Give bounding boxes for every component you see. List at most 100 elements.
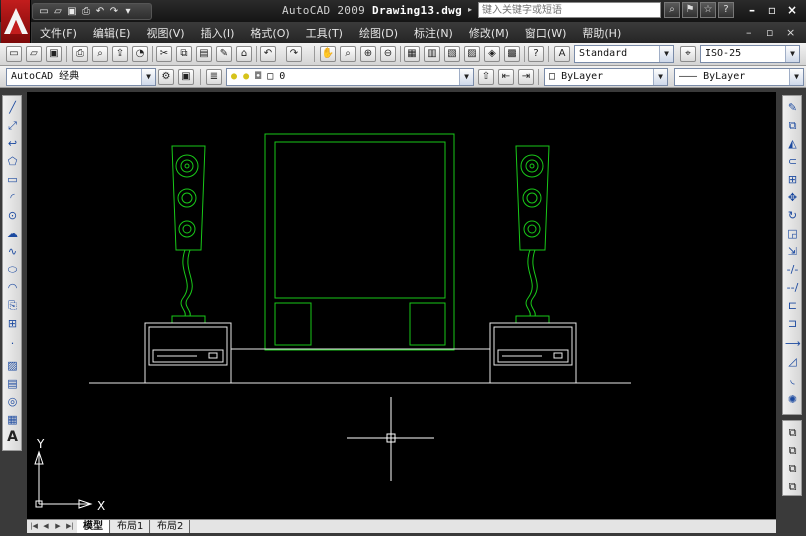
chevron-down-icon[interactable]: ▼ — [459, 69, 473, 85]
menu-help[interactable]: 帮助(H) — [574, 25, 629, 41]
trim-icon[interactable]: -/- — [785, 262, 800, 277]
polygon-icon[interactable]: ⬠ — [5, 154, 20, 169]
stretch-icon[interactable]: ⇲ — [785, 244, 800, 259]
arc-icon[interactable]: ◜ — [5, 190, 20, 205]
text-style-select[interactable]: Standard ▼ — [574, 45, 674, 63]
construction-line-icon[interactable]: ⤢ — [5, 118, 20, 133]
help-icon[interactable]: ? — [718, 2, 734, 18]
menu-dimension[interactable]: 标注(N) — [406, 25, 461, 41]
tab-layout2[interactable]: 布局2 — [151, 520, 191, 533]
workspace-save-icon[interactable]: ▣ — [178, 69, 194, 85]
cut-icon[interactable]: ✂ — [156, 46, 172, 62]
make-block-icon[interactable]: ⊞ — [5, 316, 20, 331]
region-icon[interactable]: ◎ — [5, 394, 20, 409]
line-icon[interactable]: ╱ — [5, 100, 20, 115]
favorites-icon[interactable]: ☆ — [700, 2, 716, 18]
send-under-icon[interactable]: ⧉ — [785, 479, 800, 494]
insert-block-icon[interactable]: ⎘ — [5, 298, 20, 313]
chevron-down-icon[interactable]: ▼ — [659, 46, 673, 62]
menu-draw[interactable]: 绘图(D) — [351, 25, 406, 41]
menu-window[interactable]: 窗口(W) — [517, 25, 574, 41]
zoom-window-icon[interactable]: ⊕ — [360, 46, 376, 62]
dimension-style-icon[interactable]: ⌖ — [680, 46, 696, 62]
spline-icon[interactable]: ∿ — [5, 244, 20, 259]
point-icon[interactable]: · — [5, 336, 20, 351]
menu-modify[interactable]: 修改(M) — [461, 25, 517, 41]
save-icon[interactable]: ▣ — [46, 46, 62, 62]
block-editor-icon[interactable]: ⌂ — [236, 46, 252, 62]
plot-icon[interactable]: ⎙ — [72, 46, 88, 62]
workspace-settings-icon[interactable]: ⚙ — [158, 69, 174, 85]
application-menu-button[interactable] — [1, 0, 31, 44]
tab-model[interactable]: 模型 — [77, 520, 110, 533]
table-icon[interactable]: ▦ — [5, 412, 20, 427]
ellipse-icon[interactable]: ⬭ — [5, 262, 20, 277]
paste-icon[interactable]: ▤ — [196, 46, 212, 62]
markup-icon[interactable]: ◈ — [484, 46, 500, 62]
layer-properties-icon[interactable]: ≣ — [206, 69, 222, 85]
design-center-icon[interactable]: ▥ — [424, 46, 440, 62]
extend-icon[interactable]: --/ — [785, 280, 800, 295]
minimize-icon[interactable]: – — [744, 3, 760, 18]
circle-icon[interactable]: ⊙ — [5, 208, 20, 223]
redo-icon[interactable]: ↷ — [286, 46, 302, 62]
sheet-set-icon[interactable]: ▨ — [464, 46, 480, 62]
revision-cloud-icon[interactable]: ☁ — [5, 226, 20, 241]
publish-icon[interactable]: ⇪ — [112, 46, 128, 62]
layer-select[interactable]: ● ● ◘ □ 0 ▼ — [226, 68, 474, 86]
dropdown-icon[interactable]: ▾ — [122, 6, 134, 18]
3d-dwf-icon[interactable]: ◔ — [132, 46, 148, 62]
restore-icon[interactable]: ▫ — [764, 3, 780, 18]
print-icon[interactable]: ⎙ — [80, 6, 92, 18]
drawing-area[interactable]: Y X — [27, 92, 776, 519]
next-tab-icon[interactable]: ▶ — [53, 521, 63, 532]
drawing-canvas[interactable]: Y X — [27, 92, 776, 519]
open-folder-icon[interactable]: ▱ — [52, 6, 64, 18]
new-file-icon[interactable]: ▭ — [38, 6, 50, 18]
erase-icon[interactable]: ✎ — [785, 100, 800, 115]
open-icon[interactable]: ▱ — [26, 46, 42, 62]
close-icon[interactable]: × — [784, 3, 800, 18]
ellipse-arc-icon[interactable]: ◠ — [5, 280, 20, 295]
first-tab-icon[interactable]: |◀ — [29, 521, 39, 532]
scale-icon[interactable]: ◲ — [785, 226, 800, 241]
menu-insert[interactable]: 插入(I) — [193, 25, 243, 41]
copy-object-icon[interactable]: ⧉ — [785, 118, 800, 133]
properties-icon[interactable]: ▦ — [404, 46, 420, 62]
explode-icon[interactable]: ✺ — [785, 392, 800, 407]
match-properties-icon[interactable]: ✎ — [216, 46, 232, 62]
search-input[interactable] — [478, 2, 661, 18]
join-icon[interactable]: ⟶ — [785, 336, 801, 351]
color-select[interactable]: □ ByLayer ▼ — [544, 68, 668, 86]
redo-icon[interactable]: ↷ — [108, 6, 120, 18]
linetype-select[interactable]: ——— ByLayer ▼ — [674, 68, 804, 86]
hatch-icon[interactable]: ▨ — [5, 358, 20, 373]
search-icon[interactable]: ⌕ — [664, 2, 680, 18]
bring-to-front-icon[interactable]: ⧉ — [785, 425, 800, 440]
polyline-icon[interactable]: ↩ — [5, 136, 20, 151]
rotate-icon[interactable]: ↻ — [785, 208, 800, 223]
chamfer-icon[interactable]: ◿ — [785, 354, 800, 369]
new-icon[interactable]: ▭ — [6, 46, 22, 62]
last-tab-icon[interactable]: ▶| — [65, 521, 75, 532]
multiline-text-icon[interactable]: A — [5, 430, 20, 445]
tab-layout1[interactable]: 布局1 — [111, 520, 151, 533]
menu-format[interactable]: 格式(O) — [242, 25, 297, 41]
save-icon[interactable]: ▣ — [66, 6, 78, 18]
menu-edit[interactable]: 编辑(E) — [85, 25, 139, 41]
tool-palettes-icon[interactable]: ▧ — [444, 46, 460, 62]
pan-icon[interactable]: ✋ — [320, 46, 336, 62]
menu-tools[interactable]: 工具(T) — [298, 25, 351, 41]
workspace-select[interactable]: AutoCAD 经典 ▼ — [6, 68, 156, 86]
chevron-down-icon[interactable]: ▼ — [141, 69, 155, 85]
make-current-layer-icon[interactable]: ⇧ — [478, 69, 494, 85]
mirror-icon[interactable]: ◭ — [785, 136, 800, 151]
break-icon[interactable]: ⊐ — [785, 316, 800, 331]
rectangle-icon[interactable]: ▭ — [5, 172, 20, 187]
help-icon[interactable]: ? — [528, 46, 544, 62]
break-at-point-icon[interactable]: ⊏ — [785, 298, 800, 313]
search-expand-icon[interactable]: ▸ — [468, 5, 472, 14]
bring-above-icon[interactable]: ⧉ — [785, 461, 800, 476]
layer-previous-icon[interactable]: ⇤ — [498, 69, 514, 85]
undo-icon[interactable]: ↶ — [260, 46, 276, 62]
